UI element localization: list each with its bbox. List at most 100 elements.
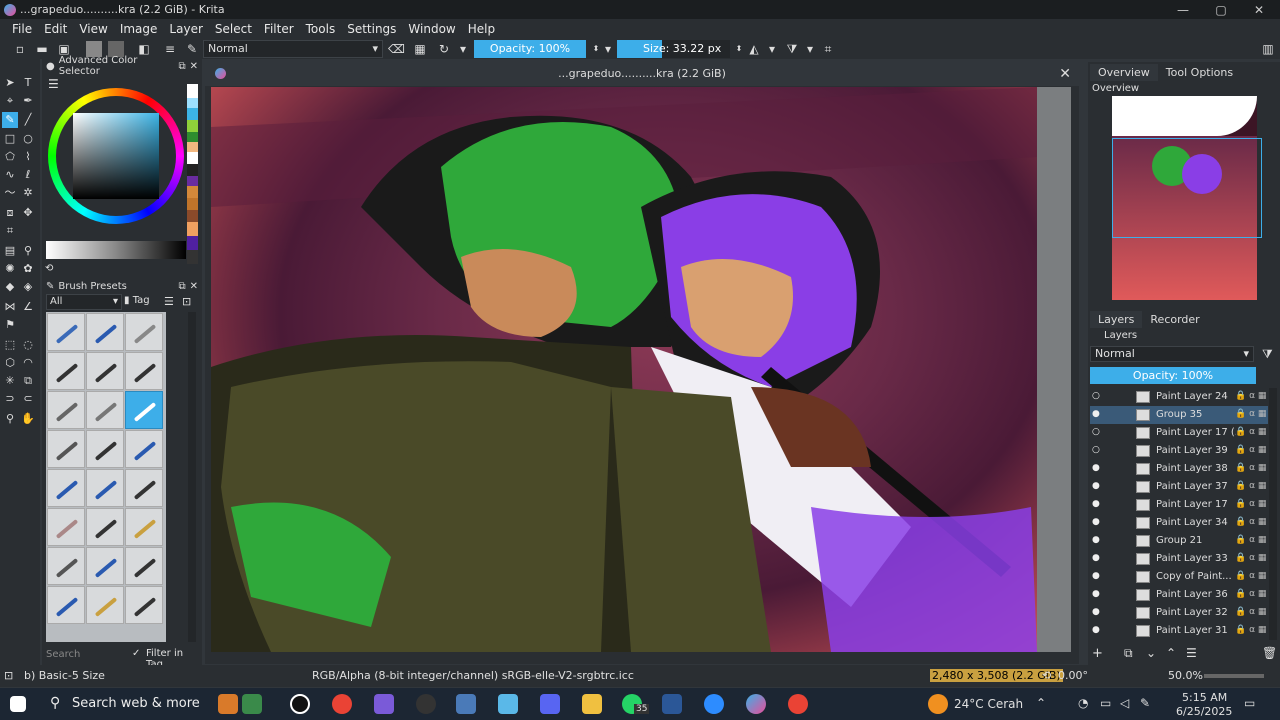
layer-row[interactable]: ● Paint Layer 32 🔒 α ▦ [1090, 604, 1268, 622]
tab-tool-options[interactable]: Tool Options [1158, 64, 1241, 81]
eye-icon[interactable]: ● [1092, 409, 1104, 419]
overview-thumbnail[interactable] [1112, 96, 1262, 300]
mirror-horizontal-icon[interactable]: ◭ [746, 41, 762, 57]
eye-hidden-icon[interactable]: ○ [1092, 445, 1104, 455]
zoom-tool-icon[interactable]: ⚲ [2, 411, 18, 427]
windows-start-icon[interactable] [10, 696, 26, 712]
text-tool-icon[interactable]: T [20, 75, 36, 91]
reset-color-icon[interactable]: ⟲ [45, 263, 53, 274]
eye-icon[interactable]: ● [1092, 553, 1104, 563]
layer-lock-alpha-icon[interactable]: 🔒 α ▦ [1235, 625, 1266, 635]
saturation-value-square[interactable] [73, 113, 159, 199]
brush-preset-blur[interactable] [125, 313, 163, 351]
dynamic-brush-tool-icon[interactable]: 〜 [2, 185, 18, 201]
chevron-down-icon[interactable]: ▾ [600, 41, 616, 57]
layer-row[interactable]: ● Paint Layer 37 🔒 α ▦ [1090, 478, 1268, 496]
menu-image[interactable]: Image [120, 22, 158, 36]
layer-lock-alpha-icon[interactable]: 🔒 α ▦ [1235, 481, 1266, 491]
menu-select[interactable]: Select [215, 22, 252, 36]
tag-button[interactable]: ▮ Tag [124, 294, 160, 310]
brush-filter-select[interactable]: All ▾ [46, 294, 122, 310]
colorize-mask-tool-icon[interactable]: ✺ [2, 261, 18, 277]
layer-lock-alpha-icon[interactable]: 🔒 α ▦ [1235, 553, 1266, 563]
freehand-select-tool-icon[interactable]: ◠ [20, 355, 36, 371]
chevron-up-icon[interactable]: ⌃ [1036, 696, 1046, 710]
openai-icon[interactable] [416, 694, 436, 714]
tab-layers[interactable]: Layers [1090, 311, 1143, 328]
bezier-select-tool-icon[interactable]: ⊃ [2, 391, 18, 407]
brush-preset-paint-1[interactable] [47, 508, 85, 546]
brush-preset-pen-2[interactable] [86, 586, 124, 624]
menu-view[interactable]: View [79, 22, 107, 36]
menu-file[interactable]: File [12, 22, 32, 36]
ellipse-select-tool-icon[interactable]: ◌ [20, 337, 36, 353]
copilot-icon[interactable] [374, 694, 394, 714]
layer-row[interactable]: ● Paint Layer 17 🔒 α ▦ [1090, 496, 1268, 514]
eye-icon[interactable]: ● [1092, 463, 1104, 473]
similar-select-tool-icon[interactable]: ⧉ [20, 373, 36, 389]
task-view-icon[interactable] [290, 694, 310, 714]
canvas-horizontal-scrollbar[interactable] [211, 654, 1071, 662]
float-docker-icon[interactable]: ⧉ [178, 281, 185, 292]
transform-tool-icon[interactable]: ⧈ [2, 205, 18, 221]
brush-preset-eraser[interactable] [47, 313, 85, 351]
new-document-icon[interactable]: ▫ [12, 41, 28, 57]
layer-lock-alpha-icon[interactable]: 🔒 α ▦ [1235, 463, 1266, 473]
layer-lock-alpha-icon[interactable]: 🔒 α ▦ [1235, 409, 1266, 419]
rectangle-tool-icon[interactable]: □ [2, 131, 18, 147]
add-layer-icon[interactable]: + [1092, 646, 1103, 661]
chevron-down-icon[interactable]: ▾ [455, 41, 471, 57]
smart-patch-tool-icon[interactable]: ✿ [20, 261, 36, 277]
blend-mode-select[interactable]: Normal ▾ [203, 40, 383, 58]
layer-opacity-slider[interactable]: Opacity: 100% [1090, 367, 1256, 384]
brush-preset-ink-3[interactable] [125, 352, 163, 390]
brush-preset-marker-1[interactable] [47, 430, 85, 468]
polygon-tool-icon[interactable]: ⬠ [2, 149, 18, 165]
brush-preset-pen-3[interactable] [125, 586, 163, 624]
freehand-brush-tool-icon[interactable]: ✎ [2, 112, 18, 128]
brush-preset-pencil-2[interactable] [47, 469, 85, 507]
chrome-icon[interactable] [332, 694, 352, 714]
brush-preset-paint-2[interactable] [86, 508, 124, 546]
size-stepper[interactable]: ⬍ [731, 41, 747, 57]
close-docker-icon[interactable]: ✕ [190, 281, 198, 292]
eye-icon[interactable]: ● [1092, 517, 1104, 527]
line-tool-icon[interactable]: ╱ [20, 112, 36, 128]
eye-icon[interactable]: ● [1092, 571, 1104, 581]
layer-row[interactable]: ○ Paint Layer 17 (... 🔒 α ▦ [1090, 424, 1268, 442]
mirror-vertical-icon[interactable]: ⧩ [784, 41, 800, 57]
float-docker-icon[interactable]: ⧉ [178, 61, 185, 72]
fill-tool-icon[interactable]: ◆ [2, 279, 18, 295]
duplicate-layer-icon[interactable]: ⧉ [1124, 646, 1133, 661]
layer-row[interactable]: ○ Paint Layer 24 🔒 α ▦ [1090, 388, 1268, 406]
enclose-fill-tool-icon[interactable]: ◈ [20, 279, 36, 295]
zoom-slider[interactable] [1204, 674, 1264, 678]
menu-settings[interactable]: Settings [347, 22, 396, 36]
menu-tools[interactable]: Tools [306, 22, 336, 36]
tab-recorder[interactable]: Recorder [1142, 311, 1207, 328]
close-window-button[interactable]: ✕ [1240, 0, 1278, 19]
move-tool-icon[interactable]: ✥ [20, 205, 36, 221]
brush-preset-basic-2[interactable] [86, 391, 124, 429]
close-document-icon[interactable]: ✕ [1059, 62, 1071, 86]
brush-preset-pen-1[interactable] [47, 586, 85, 624]
layer-row[interactable]: ● Group 21 🔒 α ▦ [1090, 532, 1268, 550]
move-layer-up-icon[interactable]: ⌃ [1166, 646, 1176, 660]
rect-select-tool-icon[interactable]: ⬚ [2, 337, 18, 353]
brush-preset-marker-2[interactable] [86, 430, 124, 468]
layer-row[interactable]: ● Paint Layer 31 🔒 α ▦ [1090, 622, 1268, 640]
contiguous-select-tool-icon[interactable]: ✳ [2, 373, 18, 389]
opacity-slider[interactable]: Opacity: 100% [474, 40, 586, 58]
brush-preset-icon[interactable]: ✎ [184, 41, 200, 57]
taskbar-search[interactable]: Search web & more [44, 692, 204, 716]
eye-hidden-icon[interactable]: ○ [1092, 427, 1104, 437]
crayons-icon[interactable] [218, 694, 238, 714]
brush-preset-ink-1[interactable] [47, 352, 85, 390]
layer-lock-alpha-icon[interactable]: 🔒 α ▦ [1235, 607, 1266, 617]
bezier-tool-icon[interactable]: ∿ [2, 167, 18, 183]
file-explorer-icon[interactable] [582, 694, 602, 714]
delete-layer-icon[interactable]: 🗑 [1262, 646, 1277, 660]
canvas-vertical-scrollbar[interactable] [1071, 87, 1079, 652]
layer-lock-alpha-icon[interactable]: 🔒 α ▦ [1235, 391, 1266, 401]
layer-blend-select[interactable]: Normal ▾ [1090, 346, 1254, 362]
